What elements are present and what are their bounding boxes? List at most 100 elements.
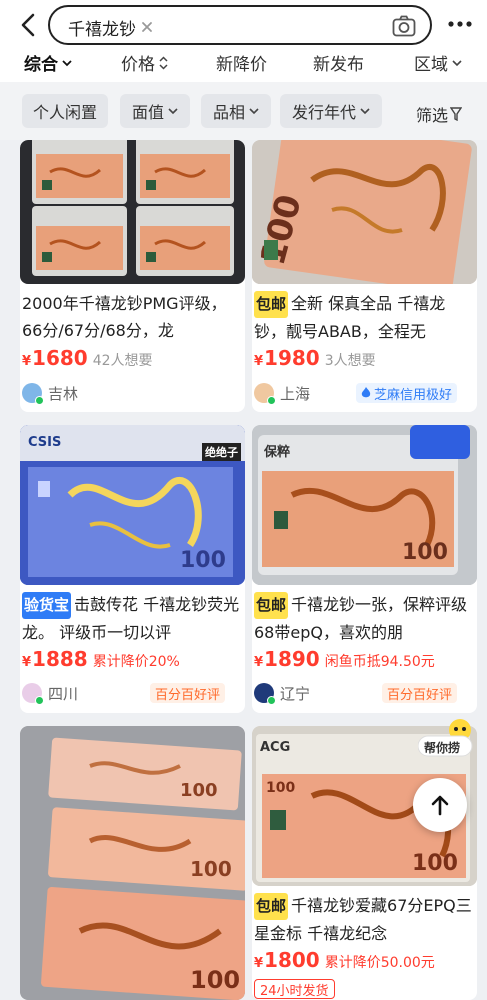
product-photo[interactable]: 100 保粹 xyxy=(252,425,477,585)
svg-text:100: 100 xyxy=(402,540,448,565)
sort-tab-label: 新发布 xyxy=(313,55,364,75)
search-query[interactable]: 千禧龙钞 xyxy=(68,15,136,40)
chip-label: 品相 xyxy=(212,103,245,122)
seller-row[interactable]: 上海 xyxy=(254,381,310,405)
sticker-label: 绝绝子 xyxy=(202,443,241,461)
chip-condition[interactable]: 品相 xyxy=(201,94,271,128)
rating-badge: 百分百好评 xyxy=(150,683,226,703)
chip-label: 发行年代 xyxy=(291,103,356,122)
price-row: ¥ 1888 累计降价20% xyxy=(22,647,180,671)
rating-badge: 百分百好评 xyxy=(382,683,458,703)
product-title[interactable]: 验货宝 击鼓传花 千禧龙钞荧光龙。 评级币一切以评 xyxy=(22,591,244,646)
three-banknotes-image: 100 100 100 xyxy=(20,726,245,1000)
more-icon[interactable] xyxy=(447,14,473,34)
product-title[interactable]: 包邮 千禧龙钞一张，保粹评级68带epQ，喜欢的朋 xyxy=(254,591,476,646)
seller-row[interactable]: 辽宁 xyxy=(254,681,310,705)
camera-icon[interactable] xyxy=(392,15,416,37)
chevron-down-icon xyxy=(168,108,178,115)
svg-text:100: 100 xyxy=(266,780,295,796)
product-photo[interactable]: 100 100 100 xyxy=(20,726,245,1000)
seller-row[interactable]: 四川 xyxy=(22,681,78,705)
arrow-up-icon xyxy=(431,795,449,816)
avatar[interactable] xyxy=(22,683,44,705)
filter-chip-bar: 个人闲置 面值 品相 发行年代 筛选 xyxy=(0,82,487,140)
product-card[interactable]: 100 100 ACG 包邮 千禧龙钞爱藏67分EPQ三星金标 千禧龙纪念 ¥ 1… xyxy=(252,726,477,1000)
coin-discount-label: 闲鱼币抵94.50元 xyxy=(324,654,435,670)
filter-button[interactable]: 筛选 xyxy=(416,102,463,126)
back-to-top-button[interactable] xyxy=(413,778,467,832)
free-shipping-tag: 包邮 xyxy=(254,291,289,318)
product-photo[interactable]: 100 CSIS 绝绝子 xyxy=(20,425,245,585)
sort-tab-region[interactable]: 区域 xyxy=(414,50,462,75)
sort-tab-new-price-drop[interactable]: 新降价 xyxy=(216,50,267,75)
product-card[interactable]: 100 保粹 包邮 千禧龙钞一张，保粹评级68带epQ，喜欢的朋 ¥ 1890 闲… xyxy=(252,425,477,713)
currency-symbol: ¥ xyxy=(254,354,264,369)
help-label: 帮你捞 xyxy=(424,741,461,755)
seller-location: 四川 xyxy=(48,684,79,703)
seller-location: 上海 xyxy=(280,384,311,403)
filter-label: 筛选 xyxy=(416,106,449,125)
avatar[interactable] xyxy=(254,383,276,405)
grading-label: ACG xyxy=(260,740,291,755)
sort-tab-label: 新降价 xyxy=(216,55,267,75)
product-title[interactable]: 包邮 千禧龙钞爱藏67分EPQ三星金标 千禧龙纪念 xyxy=(254,892,476,947)
seller-location: 吉林 xyxy=(48,384,79,403)
help-mascot[interactable]: 帮你捞 xyxy=(417,718,478,758)
chevron-down-icon xyxy=(62,59,72,66)
svg-text:100: 100 xyxy=(180,548,226,573)
product-title[interactable]: 包邮 全新 保真全品 千禧龙钞，靓号ABAB，全程无 xyxy=(254,290,476,345)
product-price: 1890 xyxy=(264,647,320,671)
product-card[interactable]: 100 100 100 xyxy=(20,726,245,1000)
search-input[interactable]: 千禧龙钞 xyxy=(48,5,432,45)
currency-symbol: ¥ xyxy=(22,354,32,369)
top-bar: 千禧龙钞 xyxy=(0,0,487,48)
price-row: ¥ 1800 累计降价50.00元 xyxy=(254,948,435,972)
sort-tab-label: 价格 xyxy=(121,55,155,75)
product-card[interactable]: 2000年千禧龙钞PMG评级，66分/67分/68分，龙 ¥ 1680 42人想… xyxy=(20,140,245,412)
chevron-down-icon xyxy=(452,59,462,66)
seller-location: 辽宁 xyxy=(280,684,311,703)
chip-label: 面值 xyxy=(131,103,164,122)
free-shipping-tag: 包邮 xyxy=(254,893,289,920)
banknote-slabs-image xyxy=(32,140,234,276)
price-row: ¥ 1980 3人想要 xyxy=(254,346,376,370)
sort-bar: 综合 价格 新降价 新发布 区域 xyxy=(0,48,487,82)
price-row: ¥ 1680 42人想要 xyxy=(22,346,153,370)
sort-tab-comprehensive[interactable]: 综合 xyxy=(24,50,72,75)
banknote-image: 100 xyxy=(252,140,477,284)
credit-badge: 芝麻信用极好 xyxy=(356,383,458,403)
chevron-left-icon xyxy=(21,13,35,37)
product-price: 1800 xyxy=(264,948,320,972)
chip-label: 个人闲置 xyxy=(32,103,97,122)
flame-icon xyxy=(361,387,371,398)
product-photo[interactable] xyxy=(20,140,245,284)
back-button[interactable] xyxy=(14,8,42,42)
currency-symbol: ¥ xyxy=(254,655,264,670)
svg-text:100: 100 xyxy=(190,857,232,881)
shipping-badge: 24小时发货 xyxy=(254,979,335,999)
product-price: 1680 xyxy=(32,346,88,370)
chip-personal-idle[interactable]: 个人闲置 xyxy=(22,94,108,128)
sort-tab-label: 综合 xyxy=(24,55,58,75)
chevron-down-icon xyxy=(360,108,370,115)
avatar[interactable] xyxy=(254,683,276,705)
avatar[interactable] xyxy=(22,383,44,405)
free-shipping-tag: 包邮 xyxy=(254,592,289,619)
product-card[interactable]: 100 CSIS 绝绝子 验货宝 击鼓传花 千禧龙钞荧光龙。 评级币一切以评 ¥ … xyxy=(20,425,245,713)
svg-text:100: 100 xyxy=(412,851,458,876)
want-count: 42人想要 xyxy=(92,353,153,369)
seller-row[interactable]: 吉林 xyxy=(22,381,78,405)
sort-tab-price[interactable]: 价格 xyxy=(121,50,168,75)
svg-text:100: 100 xyxy=(180,780,218,801)
chip-issue-year[interactable]: 发行年代 xyxy=(280,94,382,128)
chip-denomination[interactable]: 面值 xyxy=(120,94,190,128)
clear-icon[interactable] xyxy=(140,20,154,34)
product-title[interactable]: 2000年千禧龙钞PMG评级，66分/67分/68分，龙 xyxy=(22,290,244,344)
sort-tab-new-listing[interactable]: 新发布 xyxy=(313,50,364,75)
product-photo[interactable]: 100 xyxy=(252,140,477,284)
price-drop-label: 累计降价50.00元 xyxy=(324,955,435,971)
product-card[interactable]: 100 包邮 全新 保真全品 千禧龙钞，靓号ABAB，全程无 ¥ 1980 3人想… xyxy=(252,140,477,412)
chevron-down-icon xyxy=(249,108,259,115)
currency-symbol: ¥ xyxy=(22,655,32,670)
grading-label: CSIS xyxy=(28,435,62,450)
